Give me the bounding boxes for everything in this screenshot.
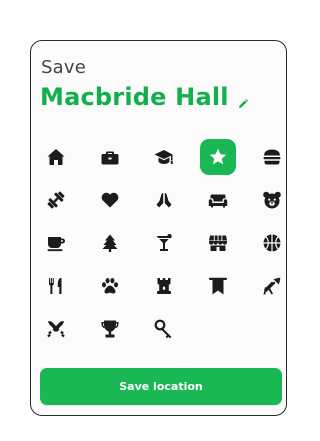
- briefcase-icon[interactable]: [92, 139, 128, 175]
- place-name[interactable]: Macbride Hall: [40, 83, 229, 111]
- utensils-icon[interactable]: [38, 268, 74, 304]
- crossed-swords-icon[interactable]: [38, 311, 74, 347]
- place-title-row: Macbride Hall: [40, 83, 249, 111]
- star-icon[interactable]: [200, 139, 236, 175]
- trumpet-icon[interactable]: [254, 268, 290, 304]
- trophy-icon[interactable]: [92, 311, 128, 347]
- paw-icon[interactable]: [92, 268, 128, 304]
- banner-icon[interactable]: [200, 268, 236, 304]
- tree-icon[interactable]: [92, 225, 128, 261]
- pencil-icon[interactable]: [237, 95, 249, 108]
- burger-icon[interactable]: [254, 139, 290, 175]
- sofa-icon[interactable]: [200, 182, 236, 218]
- key-icon[interactable]: [146, 311, 182, 347]
- basketball-icon[interactable]: [254, 225, 290, 261]
- store-icon[interactable]: [200, 225, 236, 261]
- coffee-cup-icon[interactable]: [38, 225, 74, 261]
- icon-grid: [38, 139, 290, 347]
- bear-icon[interactable]: [254, 182, 290, 218]
- castle-tower-icon[interactable]: [146, 268, 182, 304]
- save-location-card: Save Macbride Hall Save location: [30, 40, 287, 416]
- save-location-button[interactable]: Save location: [40, 368, 282, 405]
- home-icon[interactable]: [38, 139, 74, 175]
- dialog-heading: Save: [41, 57, 86, 78]
- praying-hands-icon[interactable]: [146, 182, 182, 218]
- graduation-cap-icon[interactable]: [146, 139, 182, 175]
- cocktail-icon[interactable]: [146, 225, 182, 261]
- dumbbell-icon[interactable]: [38, 182, 74, 218]
- heart-icon[interactable]: [92, 182, 128, 218]
